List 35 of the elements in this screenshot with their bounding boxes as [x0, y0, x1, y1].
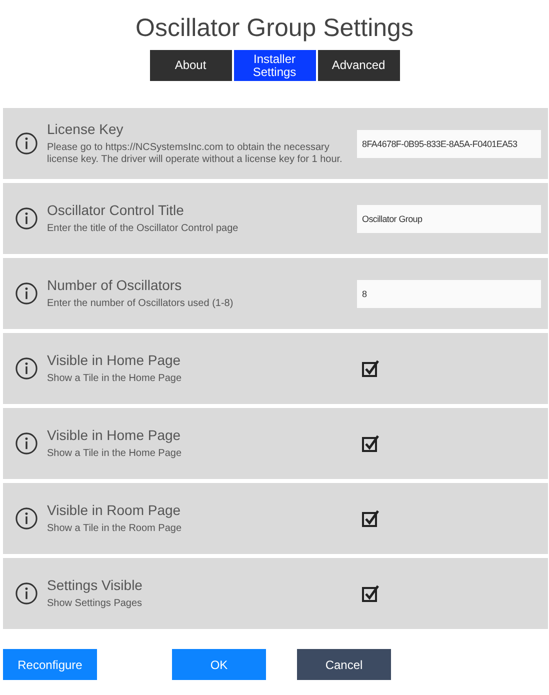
setting-description: Show a Tile in the Room Page — [47, 523, 183, 535]
info-icon[interactable] — [15, 207, 38, 230]
action-button[interactable]: Reconfigure — [3, 649, 97, 680]
tab[interactable]: Installer Settings — [234, 50, 316, 81]
input-field[interactable]: 8FA4678F-0B95-833E-8A5A-F0401EA53 — [357, 130, 541, 158]
action-button[interactable]: Cancel — [297, 649, 391, 680]
input-field[interactable]: 8 — [357, 280, 541, 308]
info-icon[interactable] — [15, 132, 38, 155]
checkbox[interactable] — [361, 584, 381, 604]
checkbox[interactable] — [361, 434, 381, 454]
input-field[interactable]: Oscillator Group — [357, 204, 541, 232]
setting-description: Enter the number of Oscillators used (1-8) — [47, 298, 234, 310]
setting-title: Settings Visible — [47, 577, 144, 593]
info-icon[interactable] — [15, 357, 38, 380]
info-icon[interactable] — [15, 432, 38, 455]
setting-title: Visible in Room Page — [47, 502, 182, 518]
setting-description: Show Settings Pages — [47, 598, 144, 610]
setting-title: Visible in Home Page — [47, 352, 182, 368]
checkbox[interactable] — [361, 508, 381, 528]
checkbox[interactable] — [361, 358, 381, 378]
setting-description: Enter the title of the Oscillator Control page — [47, 223, 240, 235]
setting-title: Number of Oscillators — [47, 277, 183, 293]
setting-description: Show a Tile in the Home Page — [47, 448, 183, 460]
action-button[interactable]: OK — [172, 649, 266, 680]
setting-description: Show a Tile in the Home Page — [47, 373, 183, 385]
info-icon[interactable] — [15, 507, 38, 530]
setting-title: Oscillator Control Title — [47, 202, 185, 218]
info-icon[interactable] — [15, 282, 38, 305]
setting-description: Please go to https://NCSystemsInc.com to obtain the necessary license key. The driver will operate without a license key for 1 hour. — [47, 142, 344, 166]
info-icon[interactable] — [15, 582, 38, 605]
tab[interactable]: About — [150, 50, 232, 81]
page-title: Oscillator Group Settings — [134, 14, 414, 42]
tab[interactable]: Advanced — [318, 50, 400, 81]
setting-title: Visible in Home Page — [47, 427, 182, 443]
setting-title: License Key — [47, 121, 124, 137]
